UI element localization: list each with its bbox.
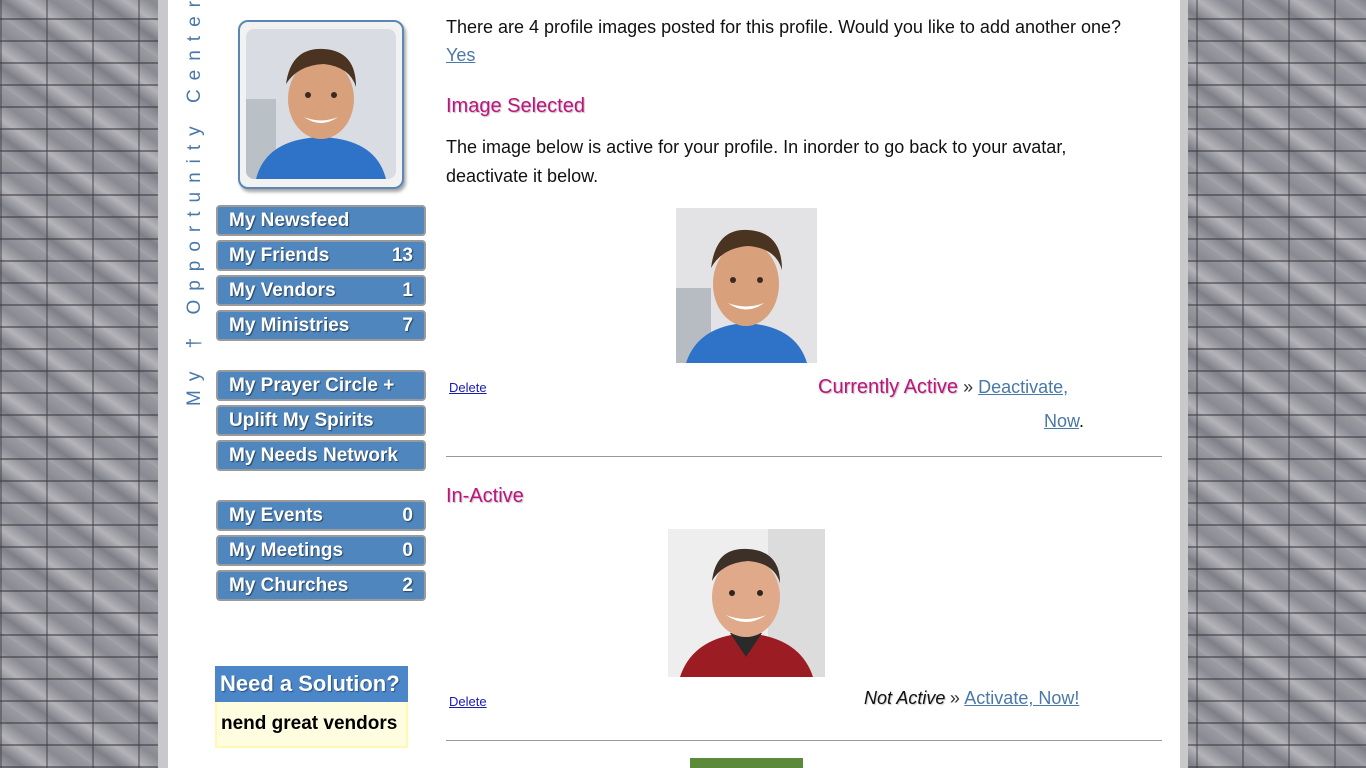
avatar-photo <box>246 29 396 179</box>
separator: » <box>949 688 960 708</box>
next-profile-image <box>690 758 803 768</box>
profile-avatar[interactable] <box>238 20 404 189</box>
menu-group-events: My Events 0 My Meetings 0 My Churches 2 <box>216 500 426 605</box>
activate-now-link[interactable]: Activate, Now! <box>964 688 1079 708</box>
menu-label: My Churches <box>229 575 349 596</box>
page-container: My † Opportunity Center™ My Newsfeed My … <box>168 0 1180 768</box>
inactive-status-line: Not Active » Activate, Now! <box>864 688 1079 709</box>
period: . <box>1079 411 1085 431</box>
divider <box>446 740 1162 741</box>
menu-my-vendors[interactable]: My Vendors 1 <box>216 275 426 306</box>
menu-label: My Prayer Circle + <box>229 375 395 396</box>
separator: » <box>963 377 974 397</box>
menu-count: 13 <box>391 245 413 266</box>
divider <box>446 456 1162 457</box>
deactivate-link[interactable]: Deactivate, <box>978 377 1068 397</box>
menu-label: My Vendors <box>229 280 336 301</box>
active-profile-image <box>676 208 817 363</box>
menu-my-needs-network[interactable]: My Needs Network <box>216 440 426 471</box>
menu-count: 1 <box>402 280 413 301</box>
need-solution-title: Need a Solution? <box>215 666 408 702</box>
deactivate-now-link[interactable]: Now <box>1044 411 1079 431</box>
menu-my-churches[interactable]: My Churches 2 <box>216 570 426 601</box>
need-solution-ticker: nend great vendors <box>215 702 408 748</box>
menu-count: 0 <box>402 540 413 561</box>
menu-my-meetings[interactable]: My Meetings 0 <box>216 535 426 566</box>
currently-active-label: Currently Active <box>818 376 959 398</box>
menu-count: 0 <box>402 505 413 526</box>
menu-label: My Newsfeed <box>229 210 350 231</box>
need-solution-widget[interactable]: Need a Solution? nend great vendors <box>215 666 408 768</box>
menu-group-spiritual: My Prayer Circle + Uplift My Spirits My … <box>216 370 426 475</box>
delete-active-image-link[interactable]: Delete <box>449 380 487 395</box>
left-page-border <box>158 0 168 768</box>
menu-count: 7 <box>402 315 413 336</box>
brand-vertical-title: My † Opportunity Center™ <box>184 0 205 406</box>
menu-label: My Events <box>229 505 323 526</box>
menu-label: My Ministries <box>229 315 350 336</box>
menu-count: 2 <box>402 575 413 596</box>
menu-my-events[interactable]: My Events 0 <box>216 500 426 531</box>
intro-text: There are 4 profile images posted for th… <box>446 17 1122 37</box>
menu-my-ministries[interactable]: My Ministries 7 <box>216 310 426 341</box>
image-selected-heading: Image Selected <box>446 95 585 117</box>
menu-label: My Needs Network <box>229 445 398 466</box>
menu-label: My Friends <box>229 245 330 266</box>
not-active-label: Not Active <box>864 688 946 708</box>
deactivate-now-line: Now. <box>1044 407 1084 436</box>
selected-description: The image below is active for your profi… <box>446 137 1067 186</box>
inactive-heading: In-Active <box>446 485 524 507</box>
active-status-line: Currently Active » Deactivate, <box>818 376 1068 399</box>
menu-uplift-my-spirits[interactable]: Uplift My Spirits <box>216 405 426 436</box>
right-page-border <box>1180 0 1188 768</box>
menu-my-friends[interactable]: My Friends 13 <box>216 240 426 271</box>
menu-my-prayer-circle[interactable]: My Prayer Circle + <box>216 370 426 401</box>
inactive-profile-image <box>668 529 825 677</box>
menu-my-newsfeed[interactable]: My Newsfeed <box>216 205 426 236</box>
menu-label: Uplift My Spirits <box>229 410 374 431</box>
delete-inactive-image-link[interactable]: Delete <box>449 694 487 709</box>
menu-label: My Meetings <box>229 540 344 561</box>
menu-group-social: My Newsfeed My Friends 13 My Vendors 1 My … <box>216 205 426 345</box>
add-image-yes-link[interactable]: Yes <box>446 45 475 66</box>
